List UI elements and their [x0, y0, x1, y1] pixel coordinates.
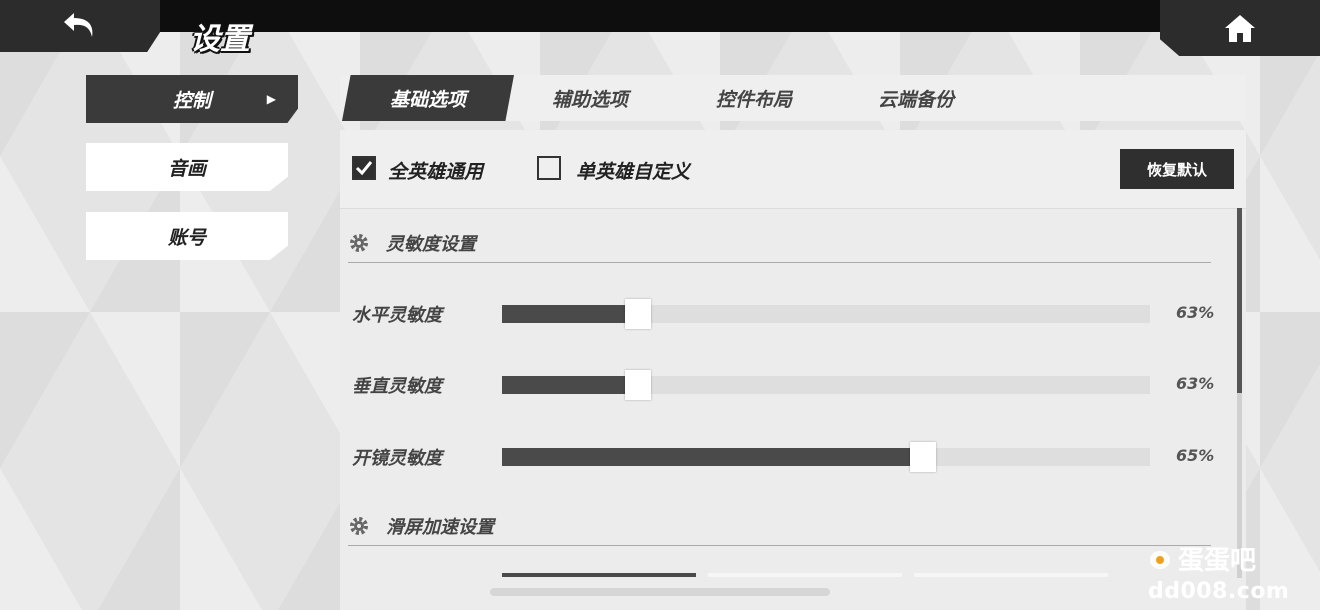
slider-label: 开镜灵敏度 [352, 448, 442, 469]
section-sensitivity: 灵敏度设置 [348, 222, 1211, 263]
back-button[interactable] [0, 0, 160, 52]
slider-fill [502, 448, 924, 466]
egg-logo-icon [1150, 550, 1170, 569]
tab-label: 云端备份 [877, 88, 954, 111]
page-indicator-1 [502, 573, 696, 577]
tab-bar: 基础选项 辅助选项 控件布局 云端备份 [340, 75, 1246, 121]
tab-control-layout[interactable]: 控件布局 [688, 75, 820, 121]
home-button[interactable] [1160, 0, 1320, 56]
section-title: 灵敏度设置 [386, 234, 476, 255]
all-heroes-label: 全英雄通用 [388, 161, 484, 183]
slider-value: 65% [1176, 446, 1215, 465]
slider-vertical-sensitivity: 垂直灵敏度 63% [340, 364, 1246, 404]
sidebar-item-account[interactable]: 账号 [86, 212, 288, 260]
section-swipe-acceleration: 滑屏加速设置 [348, 505, 1211, 546]
sidebar-item-control[interactable]: 控制 ▶ [86, 75, 298, 123]
slider-track[interactable] [502, 299, 1150, 329]
watermark: 蛋蛋吧 dd008.com [1148, 540, 1289, 604]
watermark-url: dd008.com [1148, 579, 1290, 604]
hero-options-row: 全英雄通用 单英雄自定义 恢复默认 [340, 130, 1246, 209]
scrollbar-thumb[interactable] [1237, 208, 1242, 393]
settings-panel: 全英雄通用 单英雄自定义 恢复默认 灵敏度设置 水平灵敏度 63% 垂直灵敏度 … [340, 130, 1246, 610]
gear-icon [350, 234, 368, 252]
tab-label: 控件布局 [715, 88, 792, 111]
slider-scope-sensitivity: 开镜灵敏度 65% [340, 436, 1246, 476]
gear-icon [350, 517, 368, 535]
section-title: 滑屏加速设置 [386, 517, 494, 538]
page-indicator-3 [914, 573, 1108, 577]
page-indicator-2 [708, 573, 902, 577]
tab-label: 辅助选项 [551, 88, 628, 111]
all-heroes-checkbox[interactable] [352, 156, 376, 180]
slider-thumb[interactable] [910, 442, 937, 472]
slider-label: 垂直灵敏度 [352, 376, 442, 397]
slider-horizontal-sensitivity: 水平灵敏度 63% [340, 293, 1246, 333]
sidebar-item-label: 账号 [167, 226, 206, 249]
watermark-brand: 蛋蛋吧 [1178, 546, 1257, 576]
tab-label: 基础选项 [389, 88, 466, 111]
slider-label: 水平灵敏度 [352, 305, 442, 326]
tab-basic-options[interactable]: 基础选项 [342, 75, 514, 121]
tab-cloud-backup[interactable]: 云端备份 [850, 75, 982, 121]
reset-default-button[interactable]: 恢复默认 [1120, 149, 1234, 189]
horizontal-scroll-indicator [490, 588, 830, 596]
slider-thumb[interactable] [625, 370, 652, 400]
slider-fill [502, 376, 639, 394]
slider-thumb[interactable] [625, 299, 652, 329]
slider-track[interactable] [502, 442, 1150, 472]
slider-fill [502, 305, 639, 323]
page-title: 设置 [190, 22, 250, 57]
slider-value: 63% [1176, 303, 1215, 322]
checkmark-icon [355, 161, 373, 176]
single-hero-label: 单英雄自定义 [576, 161, 691, 183]
sidebar-item-label: 控制 [172, 89, 211, 112]
sidebar-item-audio-video[interactable]: 音画 [86, 143, 288, 191]
home-icon [1225, 15, 1255, 42]
single-hero-checkbox[interactable] [537, 156, 561, 180]
slider-track[interactable] [502, 370, 1150, 400]
undo-arrow-icon [64, 13, 93, 37]
triangle-right-icon: ▶ [266, 92, 276, 106]
tab-assist-options[interactable]: 辅助选项 [524, 75, 656, 121]
vertical-scrollbar[interactable] [1237, 208, 1242, 578]
slider-value: 63% [1176, 374, 1215, 393]
sidebar-item-label: 音画 [167, 157, 206, 180]
